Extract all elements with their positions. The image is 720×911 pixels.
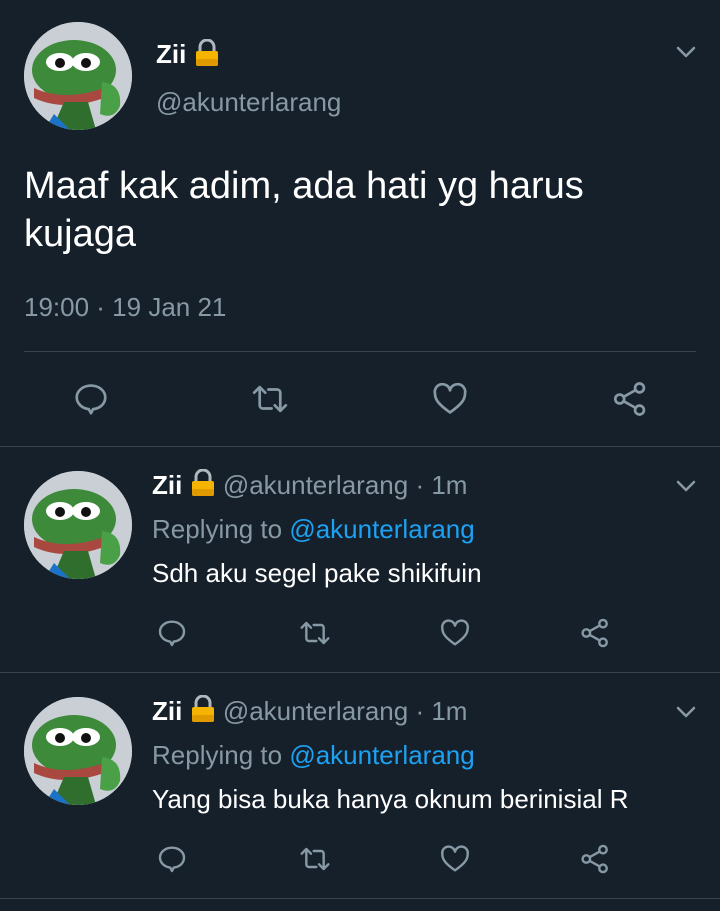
retweet-icon[interactable] — [298, 617, 332, 649]
handle[interactable]: @akunterlarang — [156, 86, 341, 118]
divider — [0, 898, 720, 899]
divider — [0, 672, 720, 673]
avatar[interactable] — [24, 22, 132, 130]
tweet-timestamp[interactable]: 19:00 · 19 Jan 21 — [24, 290, 226, 324]
display-name[interactable]: Zii — [152, 696, 182, 726]
author-line: Zii — [156, 38, 220, 74]
pepe-avatar-image — [24, 697, 132, 805]
retweet-icon[interactable] — [250, 380, 290, 418]
tweet-text: Maaf kak adim, ada hati yg harus kujaga — [24, 165, 584, 255]
display-name[interactable]: Zii — [152, 470, 182, 500]
lock-icon — [194, 38, 220, 74]
like-icon[interactable] — [430, 380, 470, 418]
replying-to: Replying to @akunterlarang — [152, 512, 475, 546]
avatar[interactable] — [24, 471, 132, 579]
lock-icon — [190, 694, 216, 731]
pepe-avatar-image — [24, 22, 132, 130]
reply-text: Sdh aku segel pake shikifuin — [152, 558, 482, 588]
reply-icon[interactable] — [156, 843, 188, 875]
chevron-down-icon[interactable] — [674, 474, 698, 498]
divider — [0, 446, 720, 447]
lock-icon — [190, 468, 216, 505]
retweet-icon[interactable] — [298, 843, 332, 875]
share-icon[interactable] — [578, 843, 612, 875]
avatar[interactable] — [24, 697, 132, 805]
pepe-avatar-image — [24, 471, 132, 579]
chevron-down-icon[interactable] — [674, 40, 698, 64]
reply-header: Zii @akunterlarang · 1m — [152, 468, 467, 505]
share-icon[interactable] — [578, 617, 612, 649]
replying-prefix: Replying to — [152, 740, 283, 770]
replying-to-link[interactable]: @akunterlarang — [289, 740, 474, 770]
divider — [24, 351, 696, 352]
replying-to-link[interactable]: @akunterlarang — [289, 514, 474, 544]
handle[interactable]: @akunterlarang — [223, 470, 408, 500]
replying-prefix: Replying to — [152, 514, 283, 544]
reply-time: · 1m — [415, 696, 468, 726]
replying-to: Replying to @akunterlarang — [152, 738, 475, 772]
like-icon[interactable] — [438, 617, 472, 649]
display-name[interactable]: Zii — [156, 39, 186, 69]
like-icon[interactable] — [438, 843, 472, 875]
share-icon[interactable] — [610, 380, 650, 418]
reply-icon[interactable] — [72, 380, 110, 418]
reply-text: Yang bisa buka hanya oknum berinisial R — [152, 784, 629, 814]
handle[interactable]: @akunterlarang — [223, 696, 408, 726]
reply-header: Zii @akunterlarang · 1m — [152, 694, 467, 731]
reply-icon[interactable] — [156, 617, 188, 649]
reply-time: · 1m — [415, 470, 468, 500]
chevron-down-icon[interactable] — [674, 700, 698, 724]
